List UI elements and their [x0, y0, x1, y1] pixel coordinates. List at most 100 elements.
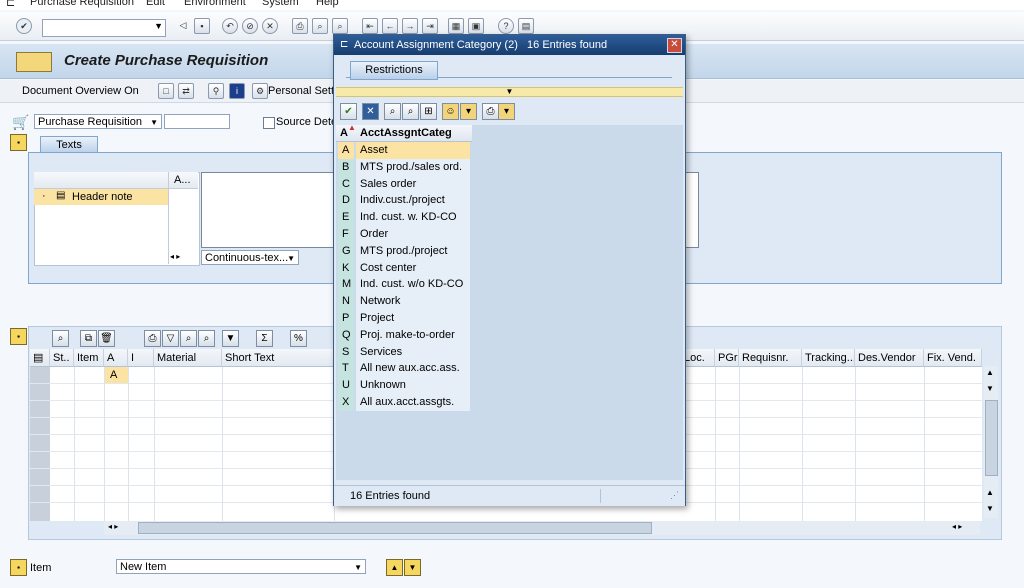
scroll-up-icon[interactable]: ▲ [986, 488, 994, 497]
scroll-thumb[interactable] [985, 400, 998, 476]
column-select-icon[interactable]: ▤ [30, 349, 50, 367]
sum-icon[interactable]: Σ [256, 330, 273, 347]
chevron-down-icon[interactable]: ▼ [154, 21, 163, 31]
column-material[interactable]: Material [154, 349, 222, 367]
filter-icon[interactable]: ▼ [222, 330, 239, 347]
list-item[interactable]: S Services [336, 343, 470, 361]
new-document-icon[interactable]: □ [158, 83, 174, 99]
editor-mode-select[interactable]: Continuous-tex... ▼ [201, 250, 299, 265]
scroll-down-icon[interactable]: ▼ [986, 384, 994, 393]
scroll-left-right-icon[interactable]: ◂ ▸ [108, 522, 118, 531]
personal-list-icon[interactable]: ☺ [442, 103, 459, 120]
binoculars-icon[interactable]: ⌕ [180, 330, 197, 347]
menu-help[interactable]: Help [316, 0, 339, 8]
menu-system[interactable]: System [262, 0, 299, 8]
chevron-down-icon[interactable]: ▼ [150, 115, 158, 130]
transaction-icon[interactable] [16, 52, 52, 72]
column-fixed-vendor[interactable]: Fix. Vend. [924, 349, 982, 367]
personal-settings-button[interactable]: Personal Setti [268, 85, 336, 97]
document-overview-button[interactable]: Document Overview On [22, 85, 139, 97]
details-icon[interactable]: ⌕ [52, 330, 69, 347]
back-arrow-icon[interactable]: ◁ [176, 18, 190, 32]
column-short-text[interactable]: Short Text [222, 349, 334, 367]
list-item[interactable]: K Cost center [336, 259, 470, 277]
delete-icon[interactable]: 🗑 [98, 330, 115, 347]
list-item[interactable]: P Project [336, 310, 470, 327]
new-session-icon[interactable]: ▦ [448, 18, 464, 34]
column-account-assignment[interactable]: A [104, 349, 128, 367]
menu-edit[interactable]: Edit [146, 0, 165, 8]
list-item[interactable]: G MTS prod./project [336, 242, 470, 260]
save-icon[interactable]: ▪ [194, 18, 210, 34]
column-location[interactable]: Loc. [681, 349, 715, 367]
list-item[interactable]: D Indiv.cust./project [336, 192, 470, 210]
first-page-icon[interactable]: ⇤ [362, 18, 378, 34]
find-next-icon[interactable]: ⌕ [402, 103, 419, 120]
horizontal-scrollbar[interactable]: ◂ ▸ ◂ ▸ [104, 521, 980, 535]
info-icon[interactable]: i [229, 83, 245, 99]
scroll-left-right-icon[interactable]: ◂ ▸ [952, 522, 962, 531]
list-item[interactable]: M Ind. cust. w/o KD-CO [336, 276, 470, 294]
scroll-down-icon[interactable]: ▼ [986, 504, 994, 513]
hold-icon[interactable]: ⚲ [208, 83, 224, 99]
other-document-icon[interactable]: ⇄ [178, 83, 194, 99]
tab-restrictions[interactable]: Restrictions [350, 61, 438, 80]
previous-item-button[interactable]: ▲ [386, 559, 403, 576]
list-item[interactable]: E Ind. cust. w. KD-CO [336, 209, 470, 226]
column-item-category[interactable]: I [128, 349, 154, 367]
enter-icon[interactable]: ✔ [16, 18, 32, 34]
cancel-icon[interactable]: ✕ [362, 103, 379, 120]
list-item[interactable]: X All aux.acct.assgts. [336, 394, 470, 411]
dropdown-icon[interactable]: ▾ [498, 103, 515, 120]
column-purchasing-group[interactable]: PGr [715, 349, 739, 367]
vertical-scrollbar[interactable]: ▲ ▼ ▲ ▼ [984, 366, 998, 518]
list-item[interactable]: T All new aux.acc.ass. [336, 360, 470, 378]
personal-settings-icon[interactable]: ⚙ [252, 83, 268, 99]
copy-icon[interactable]: ⧉ [80, 330, 97, 347]
expand-item-detail-icon[interactable]: ▪ [10, 559, 27, 576]
list-item[interactable]: A Asset [336, 142, 470, 159]
chevron-down-icon[interactable]: ▼ [287, 251, 295, 266]
next-page-icon[interactable]: → [402, 18, 418, 34]
cancel-icon[interactable]: ✕ [262, 18, 278, 34]
scroll-thumb[interactable] [138, 522, 652, 534]
scroll-up-icon[interactable]: ▲ [986, 368, 994, 377]
list-item[interactable]: C Sales order [336, 175, 470, 193]
print-icon[interactable]: ⎙ [482, 103, 499, 120]
tab-texts[interactable]: Texts [40, 136, 98, 153]
command-field[interactable]: ▼ [42, 19, 166, 37]
close-icon[interactable]: ✕ [667, 38, 682, 53]
menu-purchase-requisition[interactable]: Purchase Requisition [30, 0, 134, 8]
find-next-icon[interactable]: ⌕ [198, 330, 215, 347]
item-select[interactable]: New Item ▼ [116, 559, 366, 574]
exit-icon[interactable]: ⊘ [242, 18, 258, 34]
menu-system-icon[interactable]: ⊏ [6, 0, 15, 9]
column-item[interactable]: Item [74, 349, 104, 367]
next-item-button[interactable]: ▼ [404, 559, 421, 576]
restrictions-toggle[interactable]: ▼ [336, 87, 683, 97]
list-item[interactable]: B MTS prod./sales ord. [336, 158, 470, 176]
document-number-field[interactable] [164, 114, 230, 129]
tree-item-header-note[interactable]: · ▤ Header note [34, 189, 168, 205]
row-selector-column[interactable] [30, 367, 50, 521]
source-determination-checkbox[interactable] [263, 117, 275, 129]
find-icon[interactable]: ⌕ [312, 18, 328, 34]
column-key[interactable]: A [340, 127, 348, 139]
list-item[interactable]: Q Proj. make-to-order [336, 326, 470, 344]
column-desired-vendor[interactable]: Des.Vendor [855, 349, 924, 367]
column-tracking[interactable]: Tracking... [802, 349, 855, 367]
check-icon[interactable]: ✔ [340, 103, 357, 120]
menu-environment[interactable]: Environment [184, 0, 246, 8]
funnel-icon[interactable]: ▽ [162, 330, 179, 347]
list-item[interactable]: U Unknown [336, 377, 470, 394]
chevron-down-icon[interactable]: ▼ [354, 560, 362, 575]
dropdown-icon[interactable]: ▾ [460, 103, 477, 120]
binoculars-icon[interactable]: ⌕ [384, 103, 401, 120]
list-item[interactable]: N Network [336, 293, 470, 310]
column-requisitioner[interactable]: Requisnr. [739, 349, 802, 367]
prev-page-icon[interactable]: ← [382, 18, 398, 34]
resize-grip-icon[interactable]: ⋰ [670, 490, 679, 501]
shortcut-icon[interactable]: ▣ [468, 18, 484, 34]
print-icon[interactable]: ⎙ [292, 18, 308, 34]
column-description[interactable]: AcctAssgntCateg [360, 127, 452, 139]
